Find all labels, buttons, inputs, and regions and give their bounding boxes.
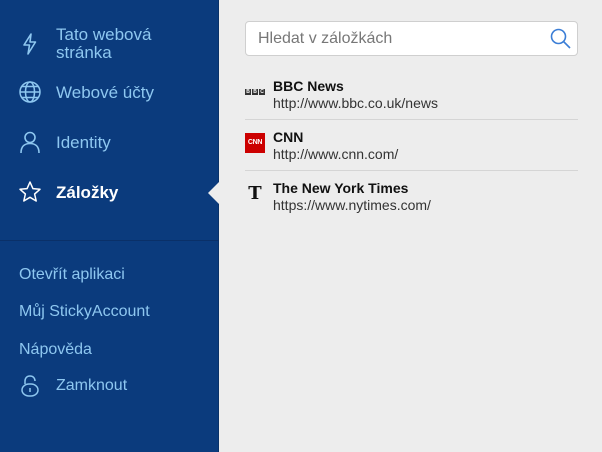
label-line-1: Tato webová: [56, 25, 152, 44]
app-window: Tato webová stránka Webové účty Identity…: [0, 0, 602, 452]
bookmark-url: https://www.nytimes.com/: [273, 197, 431, 213]
main-panel: BBC BBC News http://www.bbc.co.uk/news C…: [219, 0, 602, 452]
bookmark-title: BBC News: [273, 78, 344, 94]
bookmark-title: The New York Times: [273, 180, 409, 196]
bbc-favicon: BBC: [245, 89, 265, 95]
label-line-2: stránka: [56, 43, 112, 62]
bookmark-url: http://www.cnn.com/: [273, 146, 399, 162]
bookmark-url: http://www.bbc.co.uk/news: [273, 95, 438, 111]
person-icon: [18, 130, 42, 154]
bookmark-item-cnn[interactable]: CNN CNN http://www.cnn.com/: [245, 124, 578, 174]
nyt-favicon: T: [248, 183, 262, 204]
bookmark-item-bbc[interactable]: BBC BBC News http://www.bbc.co.uk/news: [245, 73, 578, 123]
my-account-link[interactable]: Můj StickyAccount: [19, 303, 150, 321]
star-icon: [18, 180, 42, 204]
lightning-icon: [18, 32, 42, 56]
lock-icon: [19, 374, 41, 398]
help-link[interactable]: Nápověda: [19, 341, 92, 359]
search-box: [245, 21, 578, 56]
sidebar-item-identities[interactable]: Identity: [0, 130, 219, 156]
cnn-favicon: CNN: [245, 133, 265, 153]
active-indicator-arrow: [208, 182, 219, 204]
bookmark-separator: [245, 170, 578, 171]
sidebar-item-this-page[interactable]: Tato webová stránka: [0, 26, 219, 62]
sidebar-item-bookmarks[interactable]: Záložky: [0, 180, 219, 206]
sidebar: Tato webová stránka Webové účty Identity…: [0, 0, 219, 452]
globe-icon: [18, 80, 42, 104]
bookmark-separator: [245, 119, 578, 120]
sidebar-item-label: Webové účty: [56, 83, 154, 102]
sidebar-item-label: Záložky: [56, 183, 119, 202]
lock-button[interactable]: Zamknout: [19, 374, 127, 398]
sidebar-item-label: Identity: [56, 133, 111, 152]
search-input[interactable]: [258, 22, 548, 55]
open-app-link[interactable]: Otevřít aplikaci: [19, 266, 125, 284]
sidebar-divider: [0, 240, 219, 241]
search-icon[interactable]: [550, 28, 571, 49]
bookmark-item-nyt[interactable]: T The New York Times https://www.nytimes…: [245, 175, 578, 225]
bookmark-title: CNN: [273, 129, 304, 145]
sidebar-item-label: Tato webová stránka: [56, 26, 151, 62]
lock-label: Zamknout: [56, 377, 128, 394]
sidebar-item-web-accounts[interactable]: Webové účty: [0, 80, 219, 106]
